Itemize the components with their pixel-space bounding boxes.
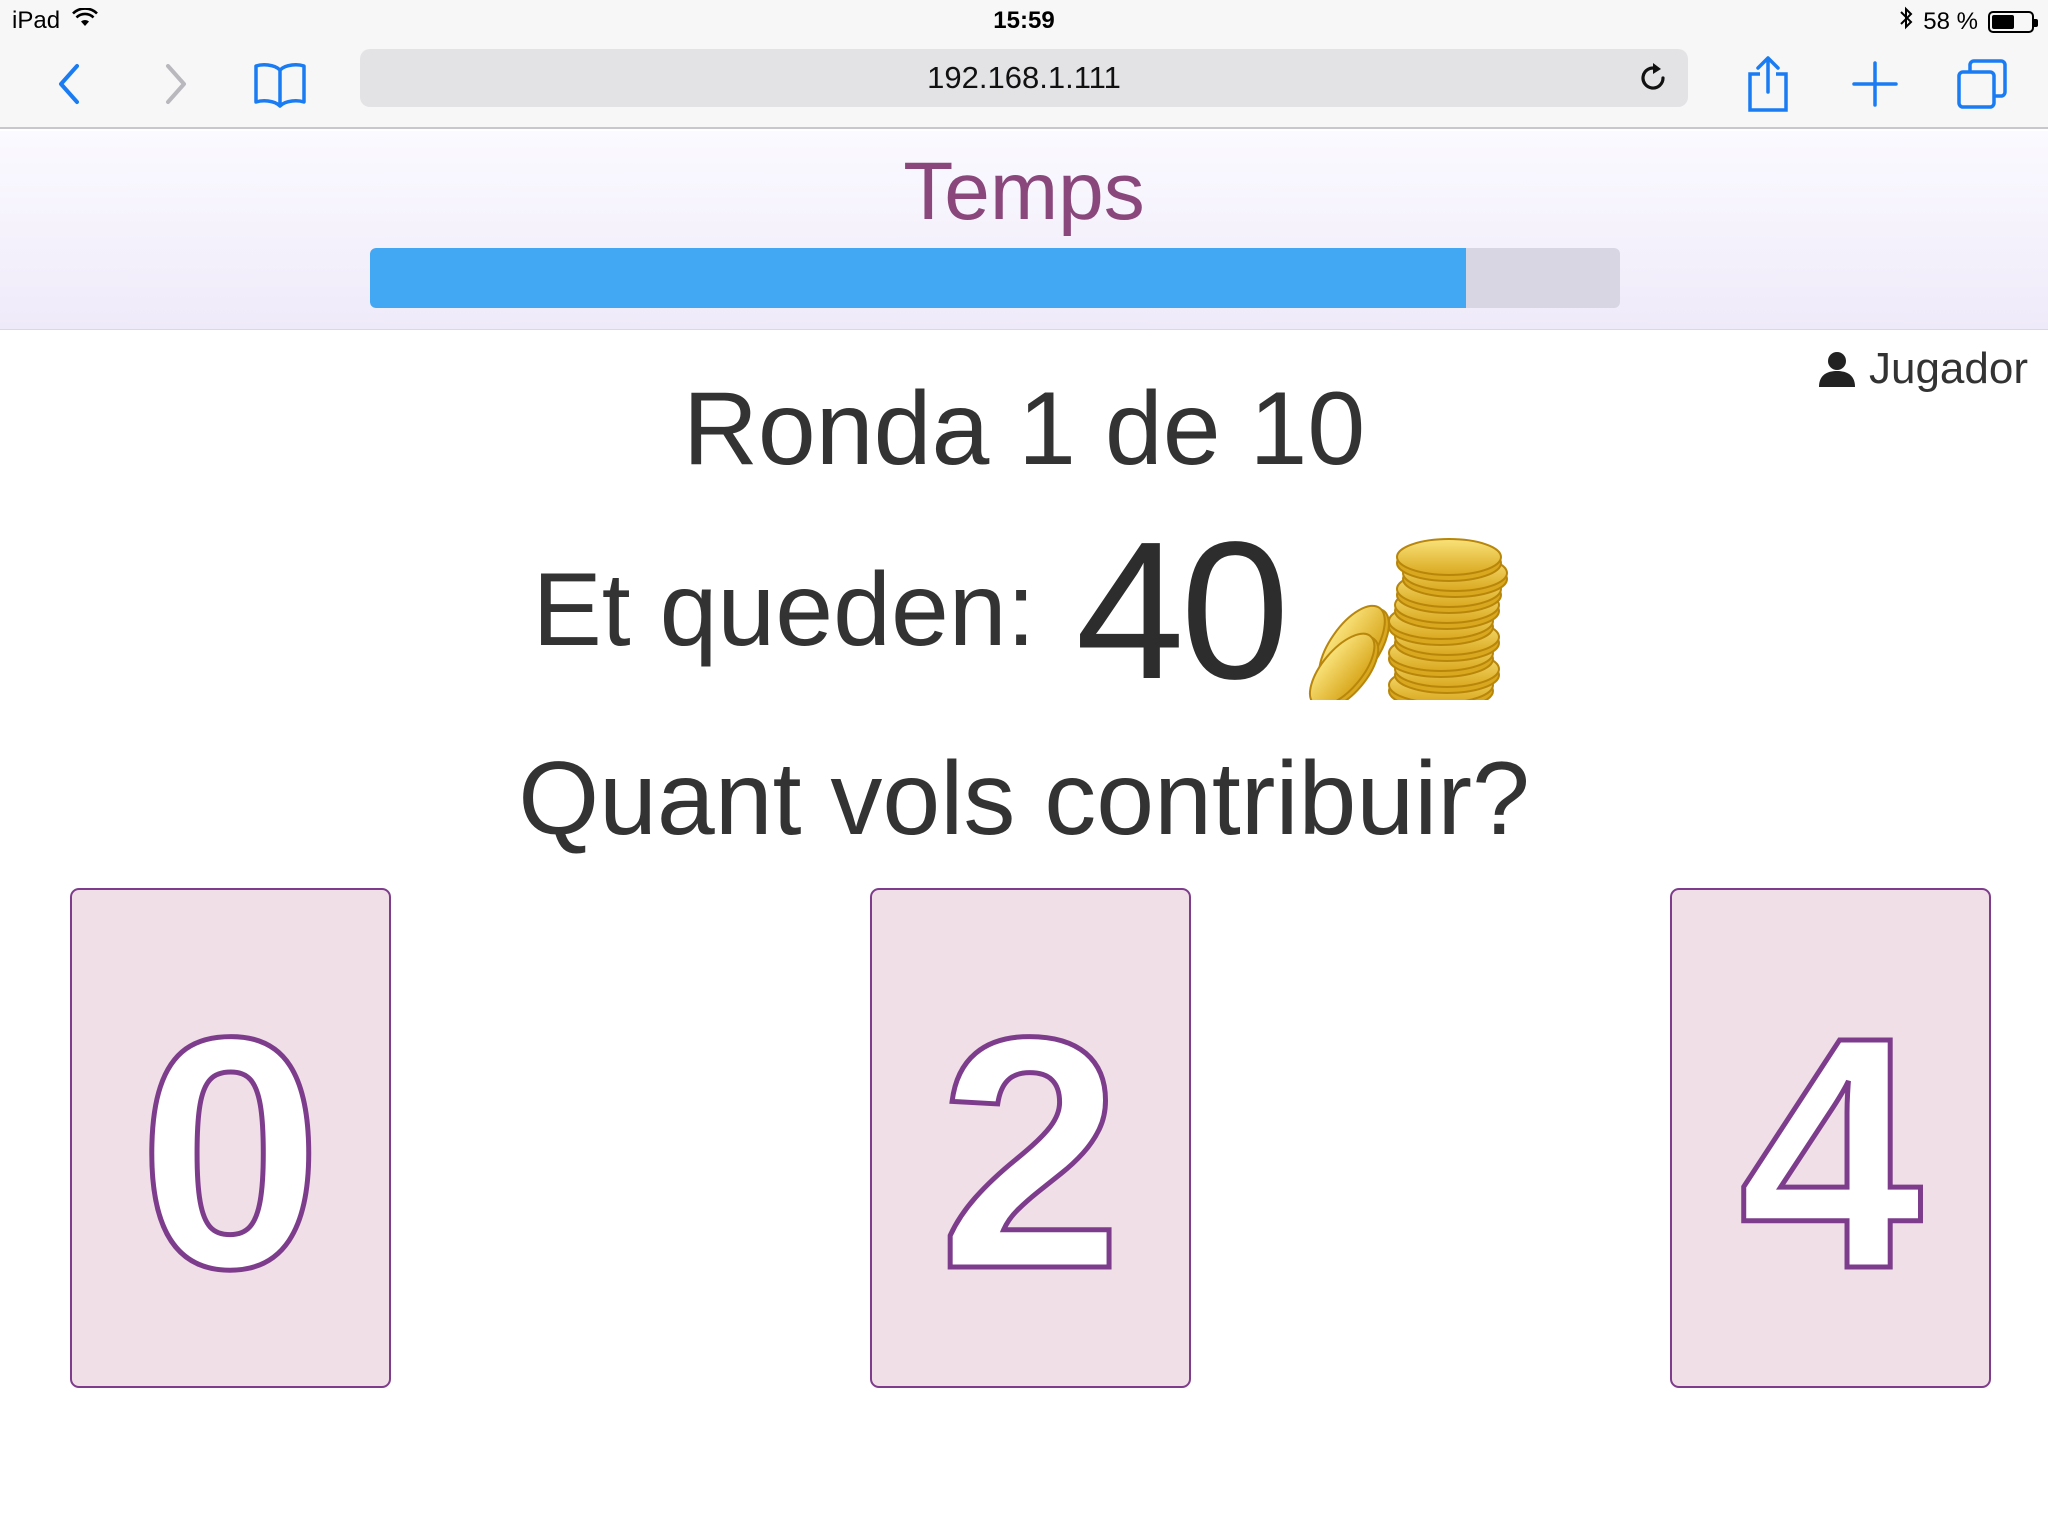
- battery-fill: [1992, 14, 2015, 29]
- coins-icon: [1308, 538, 1508, 700]
- coin-face: [1395, 538, 1502, 576]
- round-indicator: Ronda 1 de 10: [682, 371, 1366, 487]
- option-card-0[interactable]: 0: [70, 888, 391, 1388]
- timer-title: Temps: [903, 146, 1145, 237]
- remaining-label: Et queden:: [532, 551, 1036, 668]
- share-button[interactable]: [1738, 54, 1798, 114]
- question-text: Quant vols contribuir?: [518, 741, 1530, 857]
- tabs-button[interactable]: [1952, 54, 2012, 114]
- option-card-2[interactable]: 2: [870, 888, 1191, 1388]
- timer-progress-fill: [370, 248, 1467, 308]
- forward-button[interactable]: [145, 54, 205, 114]
- url-text: 192.168.1.111: [927, 60, 1121, 95]
- new-tab-icon: [1852, 61, 1898, 107]
- option-value: 0: [136, 968, 325, 1337]
- browser-toolbar: 192.168.1.111: [0, 40, 2048, 129]
- remaining-coins: Et queden: 40: [0, 501, 2048, 720]
- remaining-value: 40: [1075, 500, 1290, 720]
- timer-header: Temps: [0, 131, 2048, 330]
- reload-icon[interactable]: [1636, 61, 1670, 95]
- option-card-4[interactable]: 4: [1670, 888, 1991, 1388]
- address-bar[interactable]: 192.168.1.111: [360, 49, 1688, 107]
- new-tab-button[interactable]: [1845, 54, 1905, 114]
- back-icon: [59, 64, 79, 104]
- forward-icon: [166, 64, 186, 104]
- status-right: 58 %: [1899, 6, 2038, 37]
- battery-icon: [1988, 10, 2038, 33]
- option-value: 2: [936, 968, 1125, 1337]
- back-button[interactable]: [40, 54, 100, 114]
- battery-percent: 58 %: [1923, 7, 1978, 35]
- tabs-icon: [1957, 59, 2007, 109]
- bookmarks-button[interactable]: [250, 54, 310, 114]
- share-icon: [1748, 56, 1788, 112]
- bluetooth-icon: [1899, 6, 1913, 37]
- clock: 15:59: [993, 7, 1055, 34]
- status-bar: iPad 15:59 58 %: [0, 0, 2048, 40]
- timer-progress-bar: [370, 248, 1620, 308]
- option-value: 4: [1736, 968, 1925, 1337]
- bookmarks-icon: [254, 63, 306, 108]
